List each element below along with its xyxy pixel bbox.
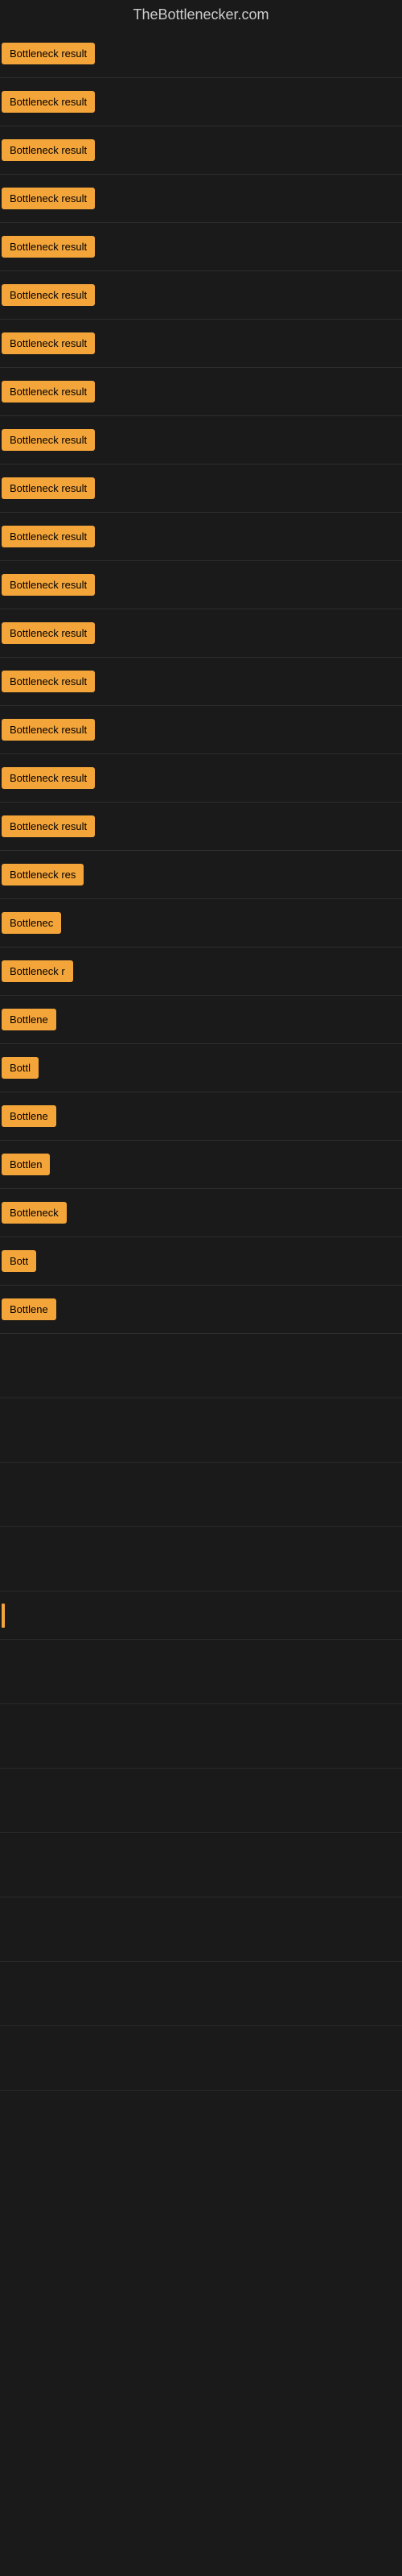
bottleneck-badge-15: Bottleneck result	[2, 719, 95, 741]
bottleneck-badge-27: Bottlene	[2, 1298, 56, 1320]
bottleneck-badge-20: Bottleneck r	[2, 960, 73, 982]
bottleneck-badge-5: Bottleneck result	[2, 236, 95, 258]
bottleneck-badge-25: Bottleneck	[2, 1202, 67, 1224]
row-14: Bottleneck result	[0, 658, 402, 706]
row-26: Bott	[0, 1237, 402, 1286]
row-23: Bottlene	[0, 1092, 402, 1141]
bottleneck-badge-2: Bottleneck result	[2, 91, 95, 113]
row-27: Bottlene	[0, 1286, 402, 1334]
bottleneck-badge-8: Bottleneck result	[2, 381, 95, 402]
empty-section-3	[0, 1463, 402, 1527]
empty-section-4	[0, 1527, 402, 1591]
bottleneck-badge-11: Bottleneck result	[2, 526, 95, 547]
page-wrapper: TheBottlenecker.com Bottleneck result Bo…	[0, 0, 402, 2091]
row-1: Bottleneck result	[0, 30, 402, 78]
bottleneck-badge-6: Bottleneck result	[2, 284, 95, 306]
bottleneck-badge-9: Bottleneck result	[2, 429, 95, 451]
empty-section-9	[0, 1897, 402, 1962]
row-25: Bottleneck	[0, 1189, 402, 1237]
tiny-indicator-row	[0, 1591, 402, 1640]
row-3: Bottleneck result	[0, 126, 402, 175]
row-20: Bottleneck r	[0, 947, 402, 996]
row-4: Bottleneck result	[0, 175, 402, 223]
bottleneck-badge-16: Bottleneck result	[2, 767, 95, 789]
empty-section-7	[0, 1769, 402, 1833]
bottleneck-badge-19: Bottlenec	[2, 912, 61, 934]
empty-section-1	[0, 1334, 402, 1398]
row-9: Bottleneck result	[0, 416, 402, 464]
bottleneck-badge-4: Bottleneck result	[2, 188, 95, 209]
empty-section-6	[0, 1704, 402, 1769]
row-18: Bottleneck res	[0, 851, 402, 899]
bottleneck-badge-21: Bottlene	[2, 1009, 56, 1030]
row-2: Bottleneck result	[0, 78, 402, 126]
bottleneck-badge-10: Bottleneck result	[2, 477, 95, 499]
row-17: Bottleneck result	[0, 803, 402, 851]
bottleneck-badge-7: Bottleneck result	[2, 332, 95, 354]
row-24: Bottlen	[0, 1141, 402, 1189]
row-21: Bottlene	[0, 996, 402, 1044]
tiny-indicator	[2, 1604, 5, 1628]
bottleneck-badge-22: Bottl	[2, 1057, 39, 1079]
row-6: Bottleneck result	[0, 271, 402, 320]
row-11: Bottleneck result	[0, 513, 402, 561]
empty-section-2	[0, 1398, 402, 1463]
empty-section-8	[0, 1833, 402, 1897]
empty-section-5	[0, 1640, 402, 1704]
bottleneck-badge-26: Bott	[2, 1250, 36, 1272]
bottleneck-badge-17: Bottleneck result	[2, 815, 95, 837]
row-16: Bottleneck result	[0, 754, 402, 803]
bottleneck-badge-13: Bottleneck result	[2, 622, 95, 644]
bottleneck-badge-18: Bottleneck res	[2, 864, 84, 886]
empty-section-11	[0, 2026, 402, 2091]
bottleneck-badge-14: Bottleneck result	[2, 671, 95, 692]
row-12: Bottleneck result	[0, 561, 402, 609]
items-container: Bottleneck result Bottleneck result Bott…	[0, 30, 402, 2091]
empty-section-10	[0, 1962, 402, 2026]
bottleneck-badge-12: Bottleneck result	[2, 574, 95, 596]
row-13: Bottleneck result	[0, 609, 402, 658]
row-7: Bottleneck result	[0, 320, 402, 368]
row-15: Bottleneck result	[0, 706, 402, 754]
bottleneck-badge-24: Bottlen	[2, 1154, 50, 1175]
bottleneck-badge-3: Bottleneck result	[2, 139, 95, 161]
row-5: Bottleneck result	[0, 223, 402, 271]
row-19: Bottlenec	[0, 899, 402, 947]
row-10: Bottleneck result	[0, 464, 402, 513]
row-22: Bottl	[0, 1044, 402, 1092]
site-title: TheBottlenecker.com	[0, 0, 402, 30]
bottleneck-badge-1: Bottleneck result	[2, 43, 95, 64]
bottleneck-badge-23: Bottlene	[2, 1105, 56, 1127]
row-8: Bottleneck result	[0, 368, 402, 416]
